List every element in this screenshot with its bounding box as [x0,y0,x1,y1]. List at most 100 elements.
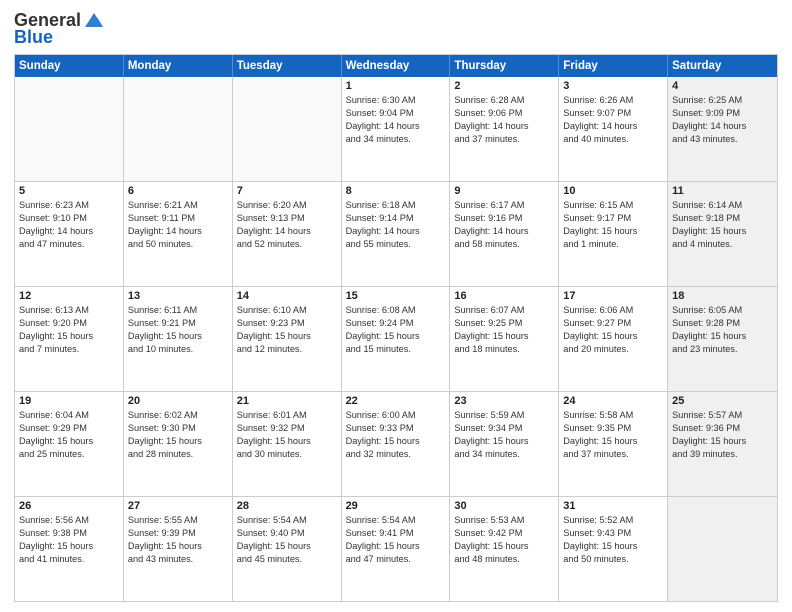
cell-text-line: Sunrise: 6:04 AM [19,409,119,422]
cell-text-line: Sunrise: 5:57 AM [672,409,773,422]
cal-cell-1-3 [233,77,342,181]
cal-cell-1-6: 3Sunrise: 6:26 AMSunset: 9:07 PMDaylight… [559,77,668,181]
cell-text-line: Sunset: 9:42 PM [454,527,554,540]
cell-text-line: Sunset: 9:25 PM [454,317,554,330]
day-number: 26 [19,500,119,512]
cell-text-line: Sunset: 9:29 PM [19,422,119,435]
cell-text-line: Sunrise: 6:08 AM [346,304,446,317]
cell-text-line: Sunrise: 6:28 AM [454,94,554,107]
cal-cell-2-3: 7Sunrise: 6:20 AMSunset: 9:13 PMDaylight… [233,182,342,286]
cal-cell-3-7: 18Sunrise: 6:05 AMSunset: 9:28 PMDayligh… [668,287,777,391]
logo: General Blue [14,10,105,48]
day-number: 19 [19,395,119,407]
cal-cell-4-6: 24Sunrise: 5:58 AMSunset: 9:35 PMDayligh… [559,392,668,496]
cell-text-line: Sunrise: 6:01 AM [237,409,337,422]
cal-cell-2-4: 8Sunrise: 6:18 AMSunset: 9:14 PMDaylight… [342,182,451,286]
cell-text-line: Sunset: 9:18 PM [672,212,773,225]
cal-cell-2-7: 11Sunrise: 6:14 AMSunset: 9:18 PMDayligh… [668,182,777,286]
cell-text-line: Sunset: 9:41 PM [346,527,446,540]
cell-text-line: Daylight: 14 hours [346,225,446,238]
day-number: 17 [563,290,663,302]
cell-text-line: Sunrise: 6:05 AM [672,304,773,317]
cell-text-line: Sunset: 9:06 PM [454,107,554,120]
cell-text-line: and 41 minutes. [19,553,119,566]
cell-text-line: Sunrise: 6:00 AM [346,409,446,422]
cell-text-line: and 58 minutes. [454,238,554,251]
cell-text-line: and 37 minutes. [454,133,554,146]
cell-text-line: Sunset: 9:28 PM [672,317,773,330]
cell-text-line: Daylight: 15 hours [19,330,119,343]
cell-text-line: and 37 minutes. [563,448,663,461]
cell-text-line: Sunset: 9:16 PM [454,212,554,225]
cell-text-line: Daylight: 15 hours [237,540,337,553]
cell-text-line: Sunrise: 6:10 AM [237,304,337,317]
day-number: 12 [19,290,119,302]
cell-text-line: Daylight: 14 hours [563,120,663,133]
cell-text-line: Sunset: 9:11 PM [128,212,228,225]
cal-header-monday: Monday [124,55,233,77]
calendar-header: SundayMondayTuesdayWednesdayThursdayFrid… [15,55,777,77]
cell-text-line: and 7 minutes. [19,343,119,356]
cell-text-line: Daylight: 15 hours [19,435,119,448]
cell-text-line: Daylight: 14 hours [454,120,554,133]
cal-cell-4-3: 21Sunrise: 6:01 AMSunset: 9:32 PMDayligh… [233,392,342,496]
cell-text-line: and 43 minutes. [128,553,228,566]
cal-header-tuesday: Tuesday [233,55,342,77]
cell-text-line: Sunrise: 5:55 AM [128,514,228,527]
cell-text-line: Daylight: 15 hours [346,540,446,553]
cell-text-line: Sunrise: 6:21 AM [128,199,228,212]
cell-text-line: Daylight: 15 hours [454,330,554,343]
cell-text-line: Sunset: 9:13 PM [237,212,337,225]
cal-cell-1-4: 1Sunrise: 6:30 AMSunset: 9:04 PMDaylight… [342,77,451,181]
cell-text-line: Sunrise: 5:58 AM [563,409,663,422]
cal-header-saturday: Saturday [668,55,777,77]
day-number: 6 [128,185,228,197]
cell-text-line: and 47 minutes. [346,553,446,566]
cal-cell-3-2: 13Sunrise: 6:11 AMSunset: 9:21 PMDayligh… [124,287,233,391]
cal-cell-3-6: 17Sunrise: 6:06 AMSunset: 9:27 PMDayligh… [559,287,668,391]
cell-text-line: Daylight: 15 hours [563,540,663,553]
cell-text-line: Sunrise: 5:52 AM [563,514,663,527]
cell-text-line: and 25 minutes. [19,448,119,461]
cell-text-line: Daylight: 15 hours [563,330,663,343]
cal-cell-2-5: 9 Sunrise: 6:17 AMSunset: 9:16 PMDaylight… [450,182,559,286]
cell-text-line: Sunrise: 6:17 AM [454,199,554,212]
cell-text-line: Daylight: 15 hours [128,330,228,343]
cell-text-line: Daylight: 15 hours [128,435,228,448]
cell-text-line: Sunset: 9:40 PM [237,527,337,540]
cal-cell-5-4: 29 Sunrise: 5:54 AMSunset: 9:41 PMDayligh… [342,497,451,601]
cell-text-line: and 18 minutes. [454,343,554,356]
cal-week-1: 1Sunrise: 6:30 AMSunset: 9:04 PMDaylight… [15,77,777,182]
cal-cell-1-2 [124,77,233,181]
cell-text-line: Daylight: 15 hours [19,540,119,553]
cell-text-line: Sunset: 9:17 PM [563,212,663,225]
cell-text-line: Daylight: 15 hours [237,435,337,448]
cell-text-line: Sunrise: 5:54 AM [237,514,337,527]
day-number: 20 [128,395,228,407]
cal-cell-4-1: 19 Sunrise: 6:04 AMSunset: 9:29 PMDayligh… [15,392,124,496]
cell-text-line: Daylight: 15 hours [563,225,663,238]
day-number: 9 [454,185,554,197]
cell-text-line: Sunrise: 5:54 AM [346,514,446,527]
page: General Blue SundayMondayTuesdayWednesda… [0,0,792,612]
cell-text-line: and 1 minute. [563,238,663,251]
day-number: 10 [563,185,663,197]
cell-text-line: Sunrise: 6:06 AM [563,304,663,317]
cell-text-line: Daylight: 15 hours [672,330,773,343]
calendar-body: 1Sunrise: 6:30 AMSunset: 9:04 PMDaylight… [15,77,777,601]
day-number: 30 [454,500,554,512]
cell-text-line: Sunset: 9:39 PM [128,527,228,540]
cal-cell-2-1: 5Sunrise: 6:23 AMSunset: 9:10 PMDaylight… [15,182,124,286]
cell-text-line: Sunset: 9:35 PM [563,422,663,435]
cell-text-line: Daylight: 14 hours [454,225,554,238]
cell-text-line: Sunset: 9:09 PM [672,107,773,120]
cell-text-line: Sunrise: 6:07 AM [454,304,554,317]
cell-text-line: Sunset: 9:38 PM [19,527,119,540]
cal-cell-1-5: 2Sunrise: 6:28 AMSunset: 9:06 PMDaylight… [450,77,559,181]
day-number: 27 [128,500,228,512]
cell-text-line: Daylight: 15 hours [237,330,337,343]
cell-text-line: Daylight: 14 hours [346,120,446,133]
day-number: 14 [237,290,337,302]
day-number: 29 [346,500,446,512]
cell-text-line: Sunset: 9:07 PM [563,107,663,120]
